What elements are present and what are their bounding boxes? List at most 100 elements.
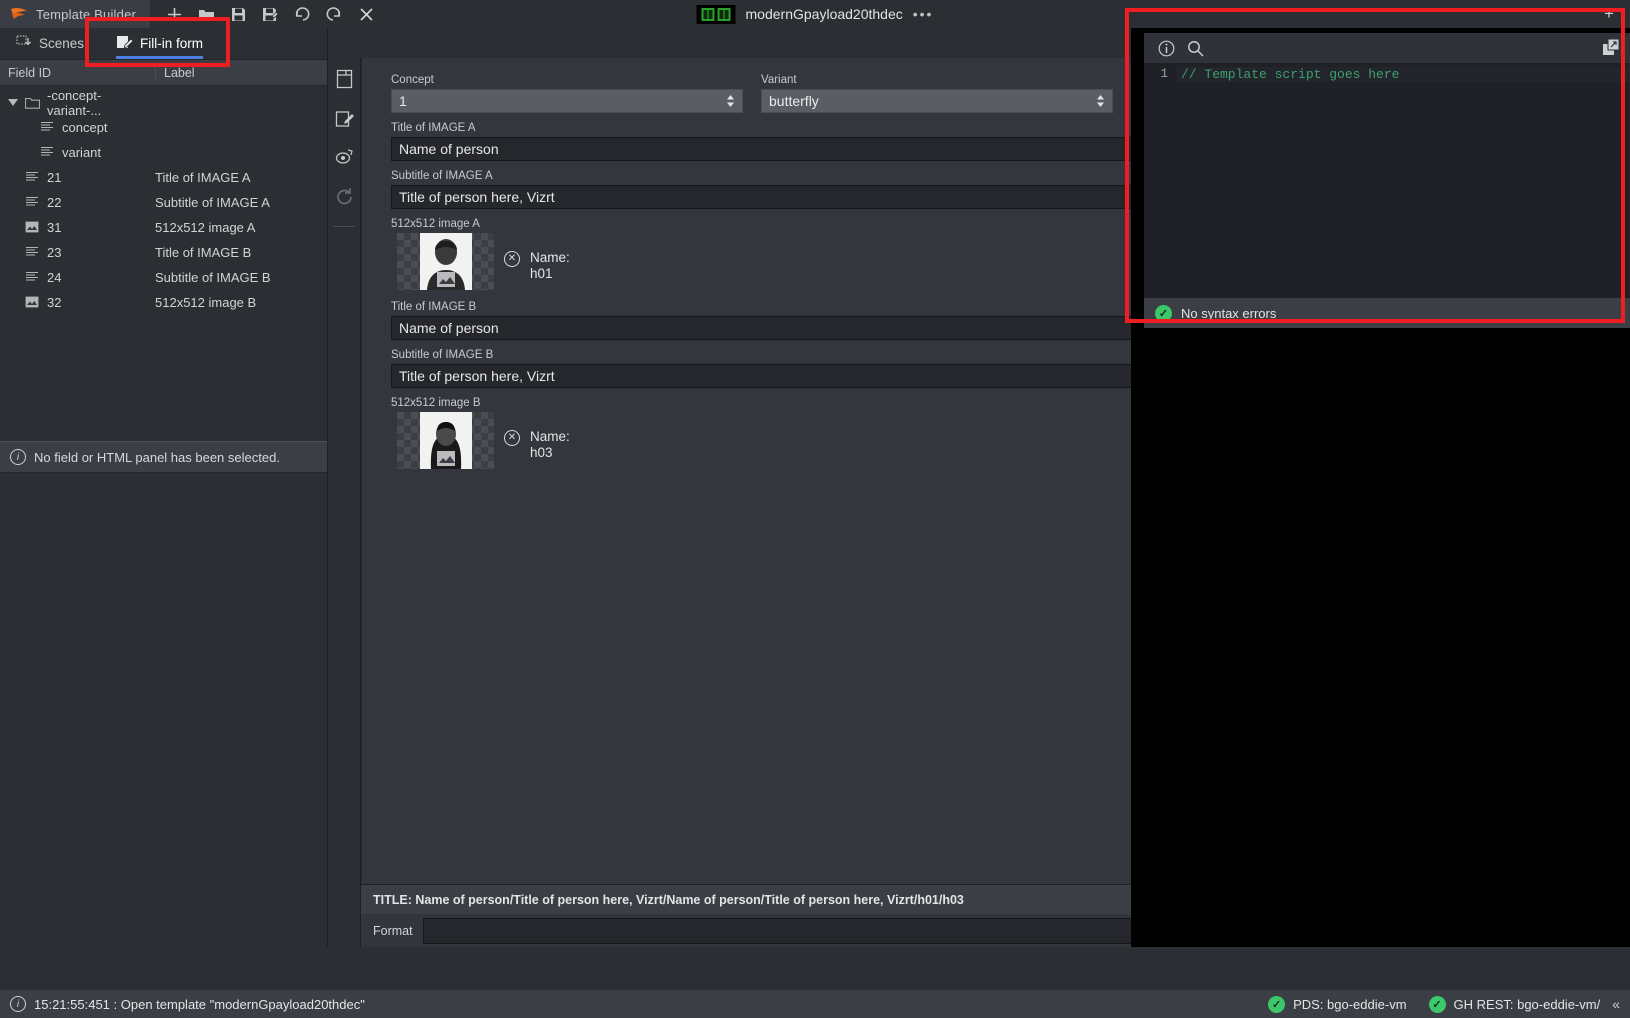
image-b-name-block: Name: h03 [530, 412, 570, 461]
status-message-group: i 15:21:55:451 : Open template "modernGp… [10, 996, 365, 1012]
folder-icon [24, 96, 41, 110]
subtitle-a-label: Subtitle of IMAGE A [391, 170, 493, 182]
info-icon[interactable] [1158, 40, 1175, 57]
tree-row-concept-variant[interactable]: -concept-variant-... [0, 87, 327, 118]
status-connection-gh-rest-label: GH REST: bgo-eddie-vm/ [1453, 996, 1601, 1012]
image-field-icon [25, 221, 40, 235]
code-text[interactable]: // Template script goes here [1177, 66, 1630, 82]
title-b-input[interactable]: Name of person [391, 316, 1131, 340]
subtitle-a-field: Subtitle of IMAGE A Title of person here… [391, 170, 1131, 209]
tree-row-desc: Subtitle of IMAGE A [155, 195, 270, 210]
image-b-thumbnail[interactable] [397, 412, 494, 469]
refresh-icon[interactable] [331, 183, 357, 209]
tree-row-23[interactable]: 23 Title of IMAGE B [0, 240, 327, 265]
overflow-menu-icon[interactable]: ••• [913, 6, 934, 22]
image-a-clear-button[interactable]: ✕ [504, 251, 520, 267]
check-circle-icon: ✓ [1155, 304, 1172, 322]
tree-header-label: Label [155, 65, 327, 80]
format-row: Format [361, 914, 1151, 947]
highlight-box-tab-top [85, 17, 230, 21]
info-icon: i [10, 449, 26, 465]
center-vertical-toolbar [328, 58, 361, 947]
title-a-label: Title of IMAGE A [391, 122, 476, 134]
selection-info-text: No field or HTML panel has been selected… [34, 449, 280, 465]
tree-row-label: 31 [47, 220, 62, 235]
tree-row-21[interactable]: 21 Title of IMAGE A [0, 165, 327, 190]
template-builder-window: Template Builder modernGpayload20thdec •… [0, 0, 1630, 1018]
check-circle-icon: ✓ [1428, 995, 1446, 1013]
concept-select[interactable]: 1 [391, 89, 743, 113]
image-b-clear-button[interactable]: ✕ [504, 430, 520, 446]
status-connection-gh-rest[interactable]: ✓ GH REST: bgo-eddie-vm/ « [1428, 995, 1620, 1013]
subtitle-a-input[interactable]: Title of person here, Vizrt [391, 185, 1131, 209]
format-input[interactable] [422, 917, 1151, 944]
status-connection-pds[interactable]: ✓ PDS: bgo-eddie-vm [1268, 995, 1407, 1013]
document-title-area: modernGpayload20thdec ••• [696, 0, 934, 28]
variant-value: butterfly [769, 93, 819, 109]
tab-scenes[interactable]: Scenes [0, 28, 100, 59]
tree-row-label: -concept-variant-... [47, 87, 102, 118]
search-icon[interactable] [1187, 40, 1204, 57]
tree-row-22[interactable]: 22 Subtitle of IMAGE A [0, 190, 327, 215]
text-field-icon [25, 271, 40, 285]
tree-row-label: concept [62, 120, 108, 135]
info-icon: i [10, 996, 26, 1012]
scenes-icon [16, 35, 32, 53]
tree-row-concept[interactable]: concept [0, 115, 327, 140]
field-tree[interactable]: -concept-variant-... concept variant 21 … [0, 86, 327, 440]
chevron-up-icon[interactable]: « [1612, 996, 1620, 1012]
image-a-thumbnail[interactable] [397, 233, 494, 290]
title-a-input[interactable]: Name of person [391, 137, 1131, 161]
maximize-button[interactable]: + [1596, 0, 1622, 28]
chevron-down-icon[interactable] [8, 99, 18, 106]
concept-field: Concept 1 [391, 74, 743, 113]
redo-icon[interactable] [318, 0, 350, 28]
save-icon[interactable] [222, 0, 254, 28]
tree-row-31[interactable]: 31 512x512 image A [0, 215, 327, 240]
script-editor: 1 // Template script goes here ✓ No synt… [1144, 33, 1630, 328]
spinner-icon[interactable] [1096, 95, 1105, 107]
variant-select[interactable]: butterfly [761, 89, 1113, 113]
tree-row-label: 24 [47, 270, 62, 285]
syntax-status-bar: ✓ No syntax errors [1144, 298, 1630, 328]
script-code-area[interactable]: 1 // Template script goes here [1144, 63, 1630, 298]
image-a-name-value: h01 [530, 266, 553, 281]
tree-row-label: 23 [47, 245, 62, 260]
syntax-status-text: No syntax errors [1181, 305, 1277, 321]
script-editor-toolbar [1144, 33, 1630, 63]
tab-fill-in-form[interactable]: Fill-in form [100, 28, 219, 59]
new-icon[interactable] [158, 0, 190, 28]
close-icon[interactable] [350, 0, 382, 28]
tree-row-desc: 512x512 image B [155, 295, 257, 310]
subtitle-b-input[interactable]: Title of person here, Vizrt [391, 364, 1131, 388]
check-circle-icon: ✓ [1268, 995, 1286, 1013]
undo-icon[interactable] [286, 0, 318, 28]
spinner-icon[interactable] [726, 95, 735, 107]
image-b-label: 512x512 image B [391, 397, 481, 409]
image-field-icon [25, 296, 40, 310]
popout-icon[interactable] [1602, 38, 1620, 59]
left-panel: Scenes Fill-in form Field ID Label -conc… [0, 28, 328, 947]
tree-row-24[interactable]: 24 Subtitle of IMAGE B [0, 265, 327, 290]
code-line: 1 // Template script goes here [1144, 63, 1630, 85]
tree-header-field-id: Field ID [8, 65, 52, 80]
vizrt-logo-icon [10, 6, 28, 22]
preview-eye-icon[interactable] [331, 144, 357, 170]
text-field-icon [40, 146, 55, 160]
left-panel-empty-area [0, 474, 327, 947]
open-folder-icon[interactable] [190, 0, 222, 28]
text-field-icon [40, 121, 55, 135]
status-bar: i 15:21:55:451 : Open template "modernGp… [0, 989, 1630, 1018]
fill-in-form-area: Concept 1 Variant butterfly Title of IMA… [361, 58, 1131, 884]
tree-row-variant[interactable]: variant [0, 140, 327, 165]
title-bar: Template Builder modernGpayload20thdec •… [0, 0, 1630, 28]
app-brand: Template Builder [0, 0, 151, 28]
scene-icon[interactable] [331, 66, 357, 92]
status-message: 15:21:55:451 : Open template "modernGpay… [34, 996, 365, 1012]
edit-icon[interactable] [331, 105, 357, 131]
tree-row-32[interactable]: 32 512x512 image B [0, 290, 327, 315]
concept-value: 1 [399, 93, 407, 109]
save-as-icon[interactable] [254, 0, 286, 28]
title-bar-tools [158, 0, 382, 28]
title-b-field: Title of IMAGE B Name of person [391, 301, 1131, 340]
